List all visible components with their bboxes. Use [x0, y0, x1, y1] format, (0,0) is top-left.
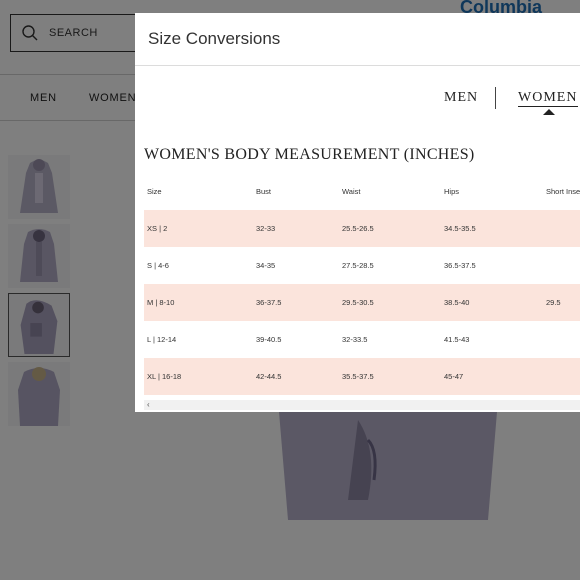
tab-women[interactable]: WOMEN	[518, 90, 577, 106]
table-row: XS | 2 32-33 25.5-26.5 34.5-35.5	[144, 210, 580, 247]
table-cell: 39-40.5	[256, 335, 282, 344]
table-cell: 29.5	[546, 298, 561, 307]
table-cell: 41.5-43	[444, 335, 470, 344]
size-conversions-modal: Size Conversions MEN WOMEN WOMEN'S BODY …	[135, 13, 580, 412]
table-cell: 42-44.5	[256, 372, 282, 381]
table-row: XL | 16-18 42-44.5 35.5-37.5 45-47	[144, 358, 580, 395]
table-cell: L | 12-14	[147, 335, 177, 344]
column-header: Hips	[444, 187, 460, 196]
table-header-row: Size Bust Waist Hips Short Inseam	[144, 173, 580, 210]
tab-separator	[495, 87, 496, 109]
table-cell: 32-33.5	[342, 335, 368, 344]
table-cell: 38.5-40	[444, 298, 470, 307]
table-row: S | 4-6 34-35 27.5-28.5 36.5-37.5	[144, 247, 580, 284]
column-header: Short Inseam	[546, 187, 580, 196]
table-cell: 45-47	[444, 372, 464, 381]
tab-men[interactable]: MEN	[444, 90, 478, 106]
table-cell: S | 4-6	[147, 261, 169, 270]
active-tab-caret-icon	[543, 109, 555, 115]
table-cell: XL | 16-18	[147, 372, 182, 381]
scroll-left-icon[interactable]: ‹	[147, 400, 150, 410]
column-header: Waist	[342, 187, 361, 196]
table-cell: 36.5-37.5	[444, 261, 476, 270]
table-heading: WOMEN'S BODY MEASUREMENT (INCHES)	[144, 146, 475, 163]
column-header: Bust	[256, 187, 272, 196]
table-cell: 35.5-37.5	[342, 372, 374, 381]
table-cell: 29.5-30.5	[342, 298, 374, 307]
active-tab-underline	[518, 106, 578, 107]
table-row: M | 8-10 36-37.5 29.5-30.5 38.5-40 29.5	[144, 284, 580, 321]
modal-divider	[135, 65, 580, 66]
horizontal-scrollbar[interactable]: ‹	[144, 400, 580, 410]
size-table: Size Bust Waist Hips Short Inseam XS | 2…	[144, 173, 580, 395]
table-cell: 25.5-26.5	[342, 224, 374, 233]
table-cell: 36-37.5	[256, 298, 282, 307]
modal-title: Size Conversions	[148, 29, 281, 48]
table-cell: 34-35	[256, 261, 276, 270]
table-cell: XS | 2	[147, 224, 168, 233]
table-cell: 27.5-28.5	[342, 261, 374, 270]
table-cell: 32-33	[256, 224, 276, 233]
column-header: Size	[147, 187, 162, 196]
table-cell: 34.5-35.5	[444, 224, 476, 233]
table-row: L | 12-14 39-40.5 32-33.5 41.5-43	[144, 321, 580, 358]
table-cell: M | 8-10	[147, 298, 175, 307]
